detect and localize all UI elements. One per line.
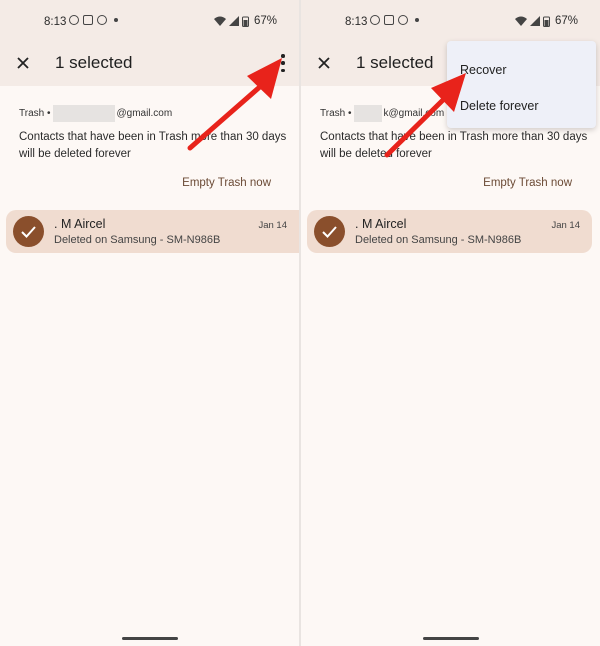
empty-trash-button[interactable]: Empty Trash now bbox=[483, 177, 572, 189]
whatsapp-icon bbox=[69, 15, 79, 25]
status-bar: 8:13 67% bbox=[301, 0, 600, 40]
contact-row[interactable]: . M Aircel Deleted on Samsung - SM-N986B… bbox=[6, 210, 299, 253]
contact-row[interactable]: . M Aircel Deleted on Samsung - SM-N986B… bbox=[307, 210, 592, 253]
more-vert-icon[interactable] bbox=[279, 54, 287, 72]
whatsapp-icon bbox=[370, 15, 380, 25]
contact-subtitle: Deleted on Samsung - SM-N986B bbox=[355, 234, 522, 246]
redacted-email bbox=[354, 105, 383, 122]
battery-percent: 67% bbox=[554, 15, 578, 27]
selected-check-icon[interactable] bbox=[314, 216, 345, 247]
contact-name: . M Aircel bbox=[355, 217, 407, 231]
status-time: 8:13 bbox=[44, 16, 67, 28]
close-icon[interactable] bbox=[12, 52, 34, 74]
overflow-menu: Recover Delete forever bbox=[447, 41, 596, 128]
more-notifications-icon bbox=[114, 18, 118, 22]
contact-date: Jan 14 bbox=[551, 220, 580, 231]
news-icon bbox=[83, 15, 93, 25]
trash-notice: Contacts that have been in Trash more th… bbox=[320, 131, 588, 160]
selection-title: 1 selected bbox=[356, 53, 434, 72]
selected-check-icon[interactable] bbox=[13, 216, 44, 247]
news-icon bbox=[384, 15, 394, 25]
trash-label: Trash • bbox=[320, 108, 352, 119]
battery-icon bbox=[241, 16, 249, 27]
battery-icon bbox=[542, 16, 550, 27]
contact-name: . M Aircel bbox=[54, 217, 106, 231]
contact-date: Jan 14 bbox=[258, 220, 287, 231]
signal-icon bbox=[529, 16, 540, 26]
selection-title: 1 selected bbox=[55, 53, 133, 72]
account-line: Trash • k@gmail.com bbox=[320, 105, 444, 122]
email-suffix: @gmail.com bbox=[116, 108, 173, 119]
close-icon[interactable] bbox=[313, 52, 335, 74]
home-indicator[interactable] bbox=[122, 637, 178, 640]
screen-left: 8:13 67% 1 selected Trash • @gmail.com C… bbox=[0, 0, 299, 646]
messenger-icon bbox=[398, 15, 408, 25]
system-icons: 67% bbox=[514, 15, 578, 27]
email-suffix: k@gmail.com bbox=[383, 108, 445, 119]
more-notifications-icon bbox=[415, 18, 419, 22]
home-indicator[interactable] bbox=[423, 637, 479, 640]
wifi-icon bbox=[213, 16, 226, 26]
signal-icon bbox=[228, 16, 239, 26]
notification-icons bbox=[69, 15, 118, 25]
battery-percent: 67% bbox=[253, 15, 277, 27]
empty-trash-button[interactable]: Empty Trash now bbox=[182, 177, 271, 189]
account-line: Trash • @gmail.com bbox=[19, 105, 172, 122]
redacted-email bbox=[53, 105, 116, 122]
notification-icons bbox=[370, 15, 419, 25]
status-time: 8:13 bbox=[345, 16, 368, 28]
messenger-icon bbox=[97, 15, 107, 25]
trash-label: Trash • bbox=[19, 108, 51, 119]
menu-item-recover[interactable]: Recover bbox=[460, 63, 507, 77]
app-bar: 1 selected bbox=[0, 40, 299, 86]
system-icons: 67% bbox=[213, 15, 277, 27]
contact-subtitle: Deleted on Samsung - SM-N986B bbox=[54, 234, 221, 246]
menu-item-delete-forever[interactable]: Delete forever bbox=[460, 99, 539, 113]
wifi-icon bbox=[514, 16, 527, 26]
trash-notice: Contacts that have been in Trash more th… bbox=[19, 131, 287, 160]
status-bar: 8:13 67% bbox=[0, 0, 299, 40]
